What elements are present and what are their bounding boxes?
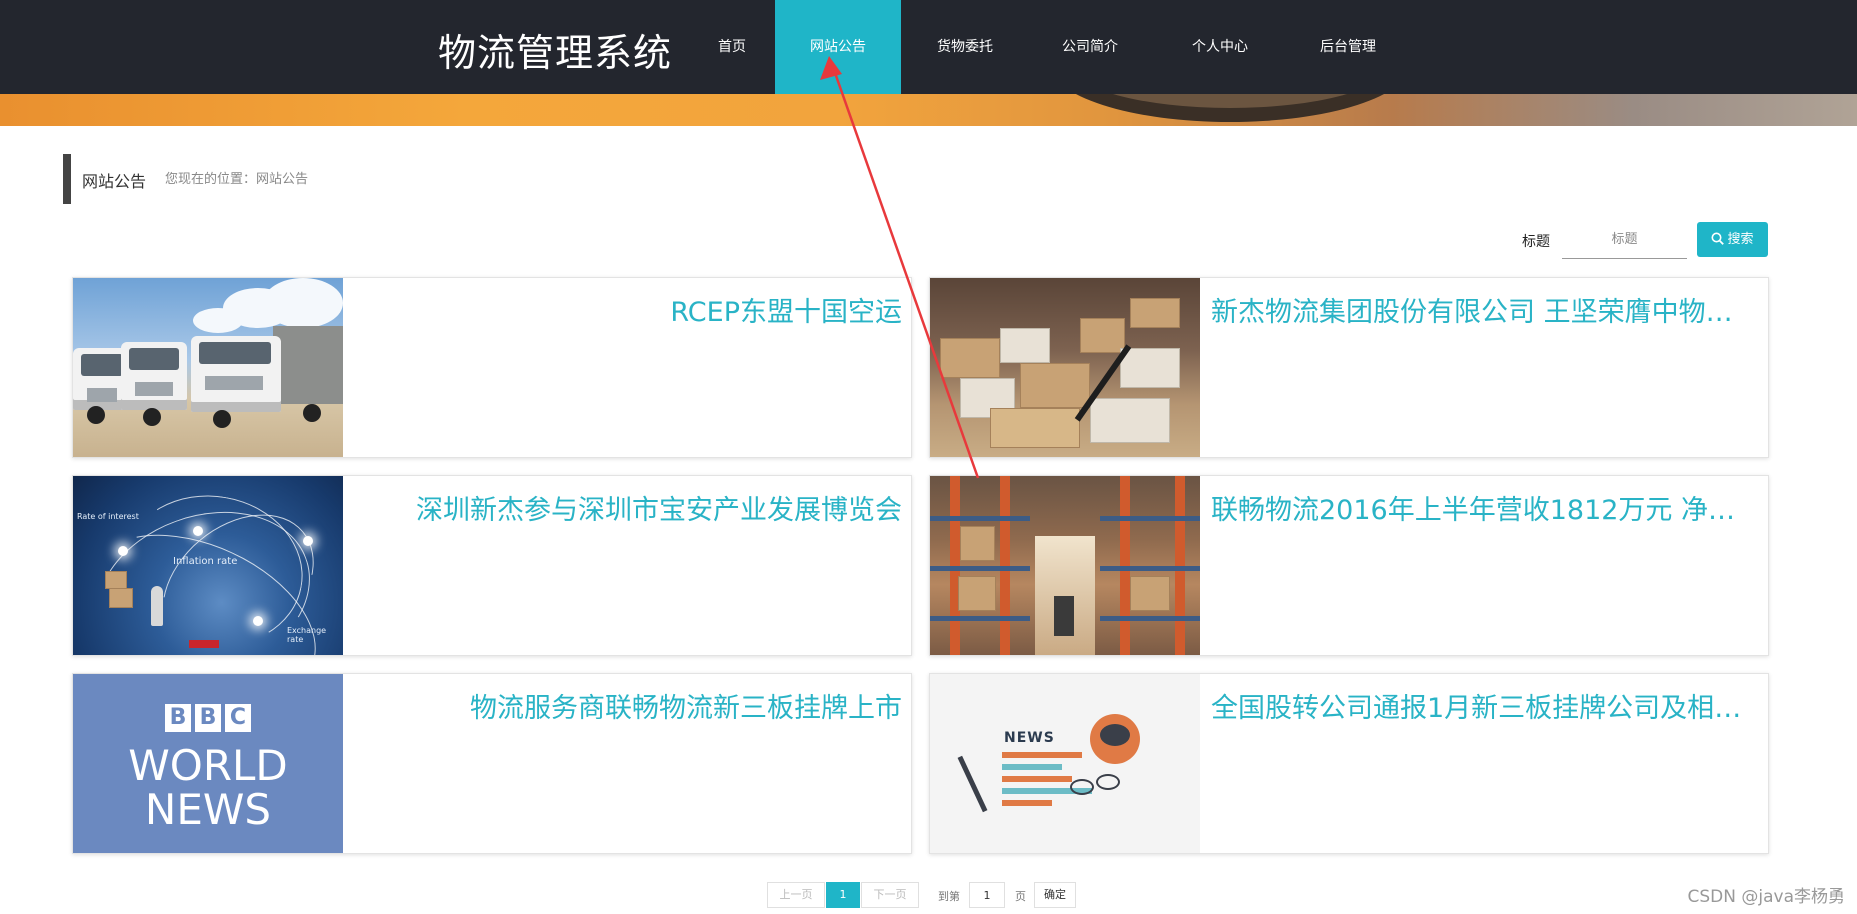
warehouse-aisle-photo [930, 476, 1200, 655]
page: 物流管理系统 首页 网站公告 货物委托 公司简介 个人中心 后台管理 网站公告 … [0, 0, 1857, 914]
bbc-letter: B [165, 704, 191, 732]
next-page-button[interactable]: 下一页 [861, 882, 919, 908]
page-number-button[interactable]: 1 [826, 882, 860, 908]
bbc-line-1: WORLD [128, 741, 288, 790]
goto-page-input[interactable] [969, 882, 1005, 908]
card-title[interactable]: 新杰物流集团股份有限公司 王坚荣膺中物联“2016年度中国物流杰出人物” [1211, 290, 1759, 329]
prev-page-button[interactable]: 上一页 [767, 882, 825, 908]
goto-confirm-button[interactable]: 确定 [1034, 882, 1076, 908]
csdn-watermark: CSDN @java李杨勇 [1687, 887, 1846, 907]
bbc-letter: B [195, 704, 221, 732]
notice-card[interactable]: NEWS 全国股转公司通报1月新三板挂牌公司及相关主体违规处理情况 [929, 673, 1769, 854]
bbc-line-2: NEWS [144, 785, 272, 834]
parcel-warehouse-photo [930, 278, 1200, 457]
nav-home[interactable]: 首页 [692, 0, 772, 94]
trucks-photo [73, 278, 343, 457]
notice-card[interactable]: RCEP东盟十国空运 [72, 277, 912, 458]
search-title-input[interactable] [1562, 221, 1687, 259]
nav-company-intro[interactable]: 公司简介 [1040, 0, 1140, 94]
card-title[interactable]: 联畅物流2016年上半年营收1812万元 净赚6... [1211, 488, 1759, 527]
search-icon [1711, 232, 1725, 245]
card-title[interactable]: 深圳新杰参与深圳市宝安产业发展博览会 [354, 488, 902, 527]
nav-announcements[interactable]: 网站公告 [775, 0, 901, 94]
goto-label: 到第 [938, 890, 960, 903]
site-brand[interactable]: 物流管理系统 [438, 22, 672, 77]
notice-card[interactable]: BBC WORLD NEWS 物流服务商联畅物流新三板挂牌上市 [72, 673, 912, 854]
notice-card[interactable]: Rate of interest Inflation rate Exchange… [72, 475, 912, 656]
card-title[interactable]: RCEP东盟十国空运 [354, 290, 902, 329]
card-title[interactable]: 全国股转公司通报1月新三板挂牌公司及相关主体违规处理情况 [1211, 686, 1759, 725]
nav-admin[interactable]: 后台管理 [1296, 0, 1400, 94]
page-unit-label: 页 [1015, 890, 1026, 903]
card-title[interactable]: 物流服务商联畅物流新三板挂牌上市 [354, 686, 902, 725]
nav-personal-center[interactable]: 个人中心 [1168, 0, 1272, 94]
globe-caption: Inflation rate [173, 556, 238, 567]
hero-banner-strip [0, 94, 1857, 126]
section-accent-bar [63, 154, 71, 204]
top-navbar: 物流管理系统 首页 网站公告 货物委托 公司简介 个人中心 后台管理 [0, 0, 1857, 94]
bbc-world-news-logo: BBC WORLD NEWS [73, 674, 343, 853]
breadcrumb: 您现在的位置：网站公告 [165, 172, 309, 187]
news-illustration-label: NEWS [1004, 730, 1055, 746]
bbc-letter: C [225, 704, 251, 732]
globe-logistics-photo: Rate of interest Inflation rate Exchange… [73, 476, 343, 655]
globe-caption: Exchange rate [287, 626, 327, 644]
search-button-label: 搜索 [1727, 232, 1754, 247]
notice-card[interactable]: 新杰物流集团股份有限公司 王坚荣膺中物联“2016年度中国物流杰出人物” [929, 277, 1769, 458]
notice-card[interactable]: 联畅物流2016年上半年营收1812万元 净赚6... [929, 475, 1769, 656]
news-illustration: NEWS [930, 674, 1200, 853]
search-button[interactable]: 搜索 [1697, 222, 1768, 257]
section-title: 网站公告 [82, 172, 147, 191]
globe-caption: Rate of interest [77, 512, 139, 521]
search-label: 标题 [1522, 234, 1550, 250]
nav-cargo-entrust[interactable]: 货物委托 [915, 0, 1015, 94]
